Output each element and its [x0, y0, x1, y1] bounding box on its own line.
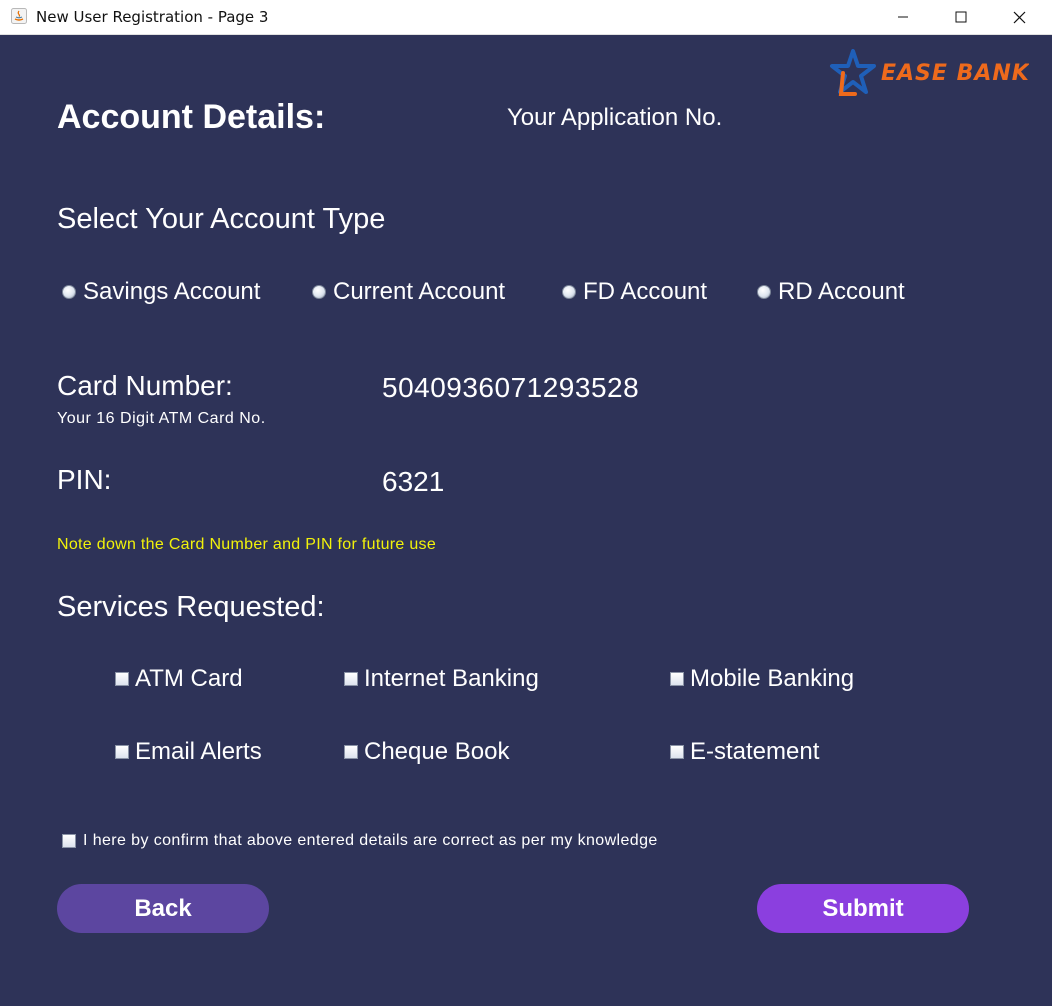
radio-fd-account[interactable]: FD Account: [562, 278, 707, 306]
radio-rd-account[interactable]: RD Account: [757, 278, 905, 306]
ease-bank-logo: EASE BANK: [829, 49, 1030, 101]
pin-value: 6321: [382, 466, 445, 497]
checkbox-label: Internet Banking: [364, 665, 539, 692]
checkbox-label: Mobile Banking: [690, 665, 855, 692]
radio-button[interactable]: [757, 285, 771, 299]
checkbox-label: E-statement: [690, 738, 820, 765]
checkbox-label: Cheque Book: [364, 738, 510, 765]
title-bar: New User Registration - Page 3: [0, 0, 1052, 35]
radio-button[interactable]: [562, 285, 576, 299]
checkbox-email-alerts[interactable]: Email Alerts: [115, 738, 262, 766]
maximize-icon: [955, 11, 967, 23]
checkbox-cheque-book[interactable]: Cheque Book: [344, 738, 509, 766]
checkbox-internet-banking[interactable]: Internet Banking: [344, 665, 539, 693]
account-type-heading: Select Your Account Type: [57, 203, 386, 235]
checkbox[interactable]: [670, 745, 684, 759]
confirmation-label: I here by confirm that above entered det…: [83, 832, 658, 849]
minimize-icon: [898, 16, 908, 18]
checkbox-mobile-banking[interactable]: Mobile Banking: [670, 665, 854, 693]
radio-label: RD Account: [778, 278, 905, 305]
application-number-label: Your Application No.: [507, 104, 723, 131]
note-text: Note down the Card Number and PIN for fu…: [57, 536, 437, 553]
checkbox[interactable]: [344, 745, 358, 759]
account-details-heading: Account Details:: [57, 98, 326, 136]
radio-savings-account[interactable]: Savings Account: [62, 278, 260, 306]
radio-label: Savings Account: [83, 278, 261, 305]
card-number-sublabel: Your 16 Digit ATM Card No.: [57, 410, 266, 427]
checkbox[interactable]: [115, 745, 129, 759]
checkbox-e-statement[interactable]: E-statement: [670, 738, 819, 766]
checkbox-label: Email Alerts: [135, 738, 262, 765]
checkbox[interactable]: [62, 834, 76, 848]
star-logo-icon: EASE BANK: [830, 49, 1030, 96]
submit-button[interactable]: Submit: [757, 884, 969, 933]
registration-form: [2, 35, 1050, 1004]
card-number-value: 5040936071293528: [382, 372, 640, 403]
close-icon: [1013, 11, 1025, 23]
radio-button[interactable]: [312, 285, 326, 299]
radio-label: FD Account: [583, 278, 708, 305]
logo-text: EASE BANK: [881, 61, 1029, 86]
radio-label: Current Account: [333, 278, 506, 305]
maximize-button[interactable]: [932, 0, 990, 34]
minimize-button[interactable]: [874, 0, 932, 34]
window-title: New User Registration - Page 3: [36, 8, 269, 26]
checkbox[interactable]: [344, 672, 358, 686]
checkbox-label: ATM Card: [135, 665, 243, 692]
radio-button[interactable]: [62, 285, 76, 299]
back-button[interactable]: Back: [57, 884, 269, 933]
close-button[interactable]: [990, 0, 1048, 34]
checkbox-atm-card[interactable]: ATM Card: [115, 665, 243, 693]
card-number-label: Card Number:: [57, 370, 233, 401]
services-heading: Services Requested:: [57, 591, 325, 623]
confirmation-checkbox[interactable]: I here by confirm that above entered det…: [62, 832, 658, 850]
java-app-icon: [11, 8, 27, 24]
pin-label: PIN:: [57, 464, 112, 495]
checkbox[interactable]: [670, 672, 684, 686]
checkbox[interactable]: [115, 672, 129, 686]
radio-current-account[interactable]: Current Account: [312, 278, 505, 306]
